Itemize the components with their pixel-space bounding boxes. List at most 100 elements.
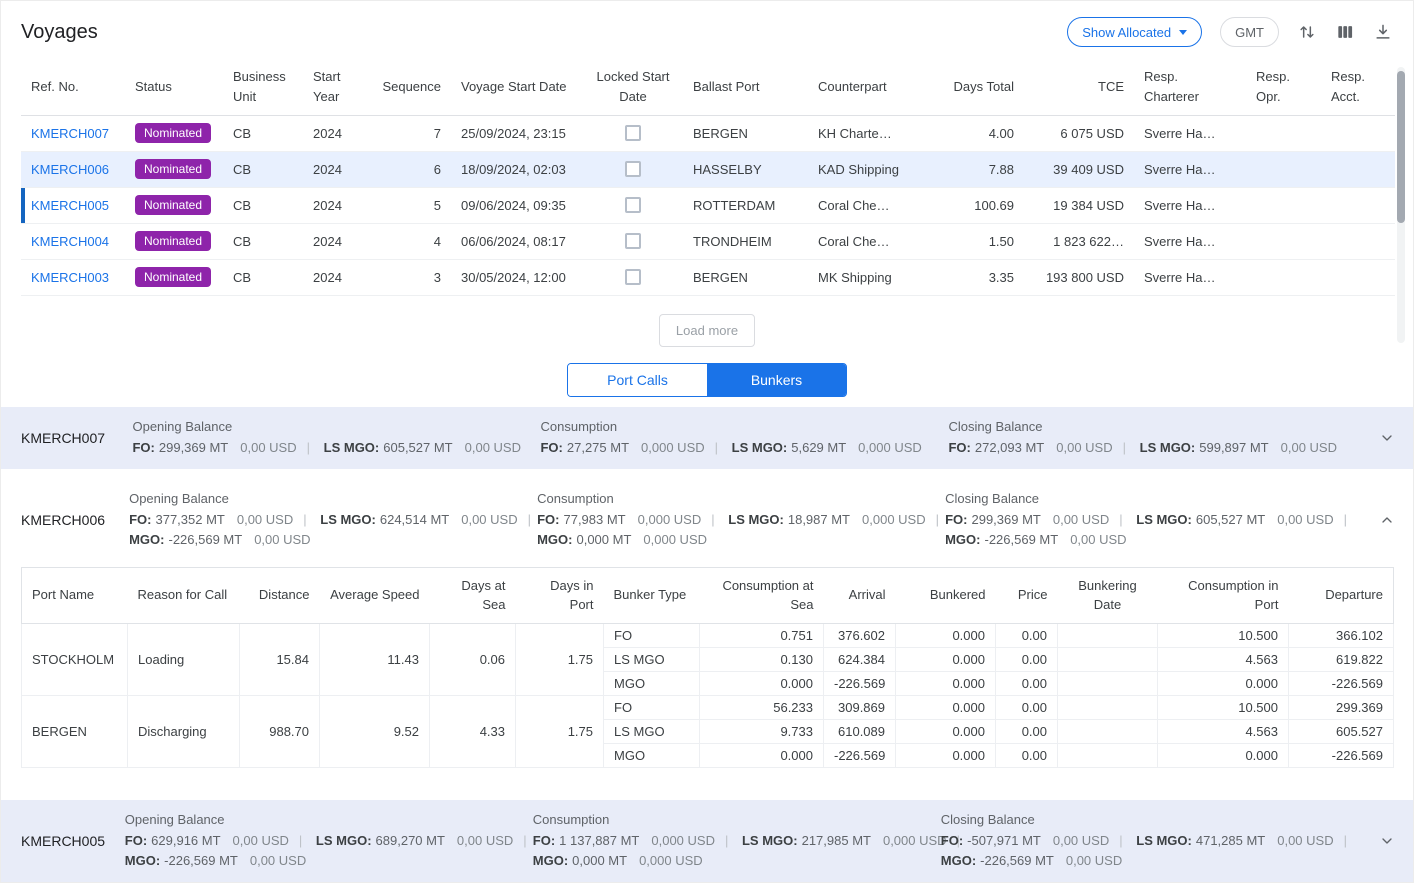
voyage-ref-link[interactable]: KMERCH006 xyxy=(31,162,109,177)
col-status[interactable]: Status xyxy=(125,59,223,115)
port-calls-bunker-table-wrap: Port Name Reason for Call Distance Avera… xyxy=(1,561,1413,778)
load-more-button[interactable]: Load more xyxy=(659,314,755,347)
cell-departure: -226.569 xyxy=(1289,743,1394,767)
voyage-row[interactable]: KMERCH007 Nominated CB 2024 7 25/09/2024… xyxy=(21,115,1395,151)
columns-button[interactable] xyxy=(1335,22,1355,42)
sort-button[interactable] xyxy=(1297,22,1317,42)
voyages-table: Ref. No. Status Business Unit Start Year… xyxy=(21,59,1395,296)
cell-departure: 299.369 xyxy=(1289,695,1394,719)
col-business-unit[interactable]: Business Unit xyxy=(223,59,303,115)
cell-resp-acct xyxy=(1321,223,1395,259)
col-resp-opr[interactable]: Resp. Opr. xyxy=(1246,59,1321,115)
opening-balance-group: Opening Balance FO:629,916 MT0,00 USD LS… xyxy=(125,812,533,870)
cell-bunkered: 0.000 xyxy=(896,719,996,743)
col-resp-charterer[interactable]: Resp. Charterer xyxy=(1134,59,1246,115)
locked-start-date-checkbox[interactable] xyxy=(625,197,641,213)
bunker-section-header[interactable]: KMERCH005 Opening Balance FO:629,916 MT0… xyxy=(1,800,1413,882)
topbar-actions: Show Allocated GMT xyxy=(1067,17,1393,47)
cell-resp-acct xyxy=(1321,259,1395,295)
balance-group-title: Closing Balance xyxy=(945,491,1357,506)
collapse-section-button[interactable] xyxy=(1379,512,1395,528)
balance-groups: Opening Balance FO:299,369 MT0,00 USD LS… xyxy=(132,419,1357,457)
col-sequence[interactable]: Sequence xyxy=(363,59,451,115)
cell-consumption-in-port: 4.563 xyxy=(1158,719,1289,743)
col-ballast-port[interactable]: Ballast Port xyxy=(683,59,808,115)
col-locked-start-date[interactable]: Locked Start Date xyxy=(583,59,683,115)
col-voyage-start-date[interactable]: Voyage Start Date xyxy=(451,59,583,115)
col-days-total[interactable]: Days Total xyxy=(942,59,1024,115)
voyage-row[interactable]: KMERCH006 Nominated CB 2024 6 18/09/2024… xyxy=(21,151,1395,187)
balance-item: FO:-507,971 MT0,00 USD xyxy=(941,833,1133,848)
balance-line: FO:299,369 MT0,00 USD LS MGO:605,527 MT0… xyxy=(945,511,1357,529)
col-start-year[interactable]: Start Year xyxy=(303,59,363,115)
cell-days-in-port: 1.75 xyxy=(516,623,604,695)
table-scrollbar-thumb[interactable] xyxy=(1397,71,1405,223)
closing-balance-group: Closing Balance FO:272,093 MT0,00 USD LS… xyxy=(948,419,1357,457)
balance-item: MGO:-226,569 MT0,00 USD xyxy=(941,853,1142,868)
balance-item: LS MGO:471,285 MT0,00 USD xyxy=(1136,833,1357,848)
port-bunker-row: STOCKHOLM Loading 15.84 11.43 0.06 1.75 … xyxy=(22,623,1394,647)
col-ref-no[interactable]: Ref. No. xyxy=(21,59,125,115)
cell-status: Nominated xyxy=(125,151,223,187)
table-scrollbar[interactable] xyxy=(1397,67,1405,343)
fuel-value: 0,00 USD xyxy=(237,512,293,527)
port-bunker-row: BERGEN Discharging 988.70 9.52 4.33 1.75… xyxy=(22,695,1394,719)
cell-status: Nominated xyxy=(125,259,223,295)
cell-sequence: 4 xyxy=(363,223,451,259)
cell-locked-start-date xyxy=(583,187,683,223)
cell-bunker-type: LS MGO xyxy=(604,647,700,671)
balance-line: FO:27,275 MT0,000 USD LS MGO:5,629 MT0,0… xyxy=(540,439,932,457)
cell-start-year: 2024 xyxy=(303,223,363,259)
bunker-section-header[interactable]: KMERCH007 Opening Balance FO:299,369 MT0… xyxy=(1,407,1413,469)
voyage-ref-link[interactable]: KMERCH005 xyxy=(31,198,109,213)
show-allocated-button[interactable]: Show Allocated xyxy=(1067,17,1202,47)
locked-start-date-checkbox[interactable] xyxy=(625,233,641,249)
voyage-ref-link[interactable]: KMERCH003 xyxy=(31,270,109,285)
expand-section-button[interactable] xyxy=(1379,430,1395,446)
balance-line: MGO:-226,569 MT0,00 USD xyxy=(945,531,1357,549)
locked-start-date-checkbox[interactable] xyxy=(625,269,641,285)
voyage-row-selected[interactable]: KMERCH005 Nominated CB 2024 5 09/06/2024… xyxy=(21,187,1395,223)
download-button[interactable] xyxy=(1373,22,1393,42)
cell-consumption-in-port: 0.000 xyxy=(1158,671,1289,695)
balance-group-title: Closing Balance xyxy=(941,812,1357,827)
voyages-table-wrap: Ref. No. Status Business Unit Start Year… xyxy=(1,59,1413,296)
fuel-value: 0,000 USD xyxy=(883,833,947,848)
cell-days-at-sea: 4.33 xyxy=(430,695,516,767)
voyage-ref-link[interactable]: KMERCH007 xyxy=(31,126,109,141)
col-counterpart[interactable]: Counterpart xyxy=(808,59,942,115)
fuel-value: 0,000 USD xyxy=(638,512,702,527)
expand-section-button[interactable] xyxy=(1379,833,1395,849)
consumption-group: Consumption FO:27,275 MT0,000 USD LS MGO… xyxy=(540,419,948,457)
tab-bunkers[interactable]: Bunkers xyxy=(707,364,846,396)
balance-item: FO:299,369 MT0,00 USD xyxy=(945,512,1133,527)
cell-tce: 1 823 622… xyxy=(1024,223,1134,259)
voyage-ref-link[interactable]: KMERCH004 xyxy=(31,234,109,249)
cell-reason-for-call: Discharging xyxy=(128,695,240,767)
balance-line: MGO:0,000 MT0,000 USD xyxy=(537,531,929,549)
bunker-section-header[interactable]: KMERCH006 Opening Balance FO:377,352 MT0… xyxy=(1,479,1413,561)
cell-tce: 19 384 USD xyxy=(1024,187,1134,223)
cell-average-speed: 11.43 xyxy=(320,623,430,695)
locked-start-date-checkbox[interactable] xyxy=(625,161,641,177)
voyage-row[interactable]: KMERCH004 Nominated CB 2024 4 06/06/2024… xyxy=(21,223,1395,259)
tab-port-calls[interactable]: Port Calls xyxy=(568,364,707,396)
cell-resp-charterer: Sverre Ha… xyxy=(1134,151,1246,187)
cell-arrival: 624.384 xyxy=(824,647,896,671)
fuel-value: 0,00 USD xyxy=(1070,532,1126,547)
col-resp-acct[interactable]: Resp. Acct. xyxy=(1321,59,1395,115)
cell-days-total: 4.00 xyxy=(942,115,1024,151)
balance-item: MGO:-226,569 MT0,00 USD xyxy=(945,532,1146,547)
fuel-qty: 471,285 MT xyxy=(1196,833,1265,848)
fuel-label: FO: xyxy=(537,512,559,527)
fuel-value: 0,000 USD xyxy=(862,512,926,527)
col-tce[interactable]: TCE xyxy=(1024,59,1134,115)
cell-port-name: STOCKHOLM xyxy=(22,623,128,695)
cell-days-total: 1.50 xyxy=(942,223,1024,259)
col-distance: Distance xyxy=(240,567,320,623)
balance-line: MGO:-226,569 MT0,00 USD xyxy=(125,852,517,870)
voyage-row[interactable]: KMERCH003 Nominated CB 2024 3 30/05/2024… xyxy=(21,259,1395,295)
timezone-button[interactable]: GMT xyxy=(1220,17,1279,47)
locked-start-date-checkbox[interactable] xyxy=(625,125,641,141)
fuel-value: 0,00 USD xyxy=(250,853,306,868)
